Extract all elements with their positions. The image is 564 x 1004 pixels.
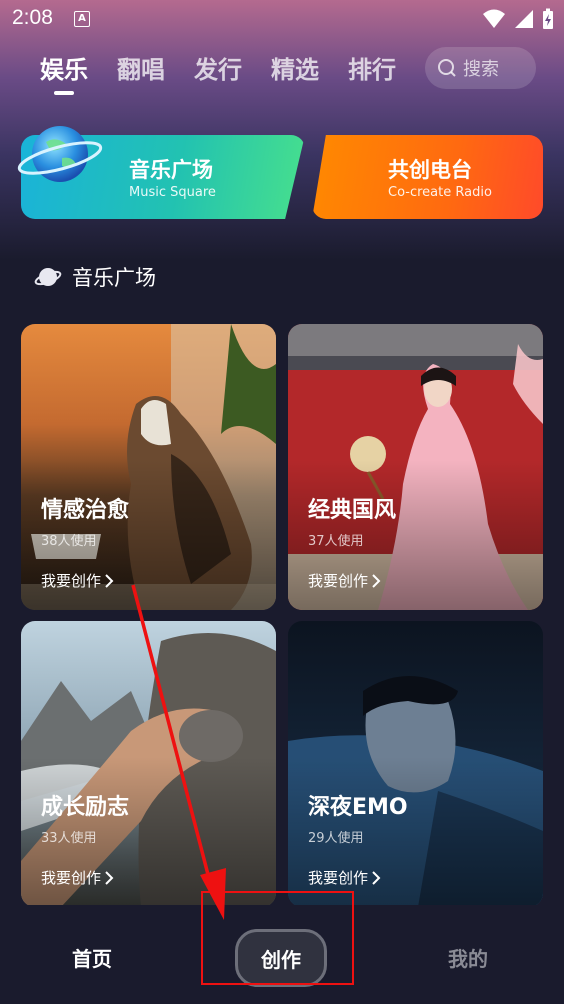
card-late-night-emo[interactable]: 深夜EMO 29人使用 我要创作 — [288, 621, 543, 907]
planet-icon — [17, 126, 103, 182]
tab-release[interactable]: 发行 — [194, 50, 242, 85]
card-title: 成长励志 — [41, 795, 130, 820]
search-box[interactable]: 搜索 — [425, 47, 536, 89]
chevron-right-icon — [105, 573, 114, 588]
co-create-radio-banner[interactable]: 共创电台 Co-create Radio — [312, 135, 543, 219]
chevron-right-icon — [105, 870, 114, 885]
search-icon — [438, 59, 456, 77]
status-bar: 2:08 A — [0, 0, 564, 38]
a-notification-icon: A — [74, 11, 90, 27]
nav-home[interactable]: 首页 — [72, 943, 112, 972]
card-usage: 33人使用 — [41, 831, 97, 846]
create-label: 我要创作 — [308, 572, 369, 590]
annotation-highlight-box — [201, 891, 354, 985]
create-label: 我要创作 — [41, 869, 102, 887]
card-usage: 37人使用 — [308, 534, 364, 549]
chevron-right-icon — [372, 870, 381, 885]
chevron-right-icon — [372, 573, 381, 588]
status-time: 2:08 — [12, 6, 53, 29]
card-classic-guofeng[interactable]: 经典国风 37人使用 我要创作 — [288, 324, 543, 610]
card-title: 情感治愈 — [41, 498, 130, 523]
radio-title: 共创电台 — [388, 158, 472, 182]
create-link[interactable]: 我要创作 — [41, 867, 114, 888]
card-title: 深夜EMO — [308, 795, 408, 820]
card-usage: 29人使用 — [308, 831, 364, 846]
planet-outline-icon — [34, 268, 62, 286]
card-emotional-healing[interactable]: 情感治愈 38人使用 我要创作 — [21, 324, 276, 610]
create-link[interactable]: 我要创作 — [308, 570, 381, 591]
radio-subtitle: Co-create Radio — [388, 185, 492, 200]
battery-icon — [543, 8, 553, 29]
tab-ranking[interactable]: 排行 — [348, 50, 396, 85]
tab-featured[interactable]: 精选 — [271, 50, 319, 85]
tab-cover[interactable]: 翻唱 — [117, 50, 165, 85]
card-usage: 38人使用 — [41, 534, 97, 549]
card-growth-inspiration[interactable]: 成长励志 33人使用 我要创作 — [21, 621, 276, 907]
create-link[interactable]: 我要创作 — [41, 570, 114, 591]
music-square-subtitle: Music Square — [129, 185, 216, 200]
wifi-icon — [483, 9, 505, 28]
create-label: 我要创作 — [41, 572, 102, 590]
tab-entertainment[interactable]: 娱乐 — [40, 50, 88, 95]
create-link[interactable]: 我要创作 — [308, 867, 381, 888]
section-header: 音乐广场 — [34, 262, 156, 292]
card-title: 经典国风 — [308, 498, 397, 523]
search-placeholder: 搜索 — [463, 59, 499, 80]
create-label: 我要创作 — [308, 869, 369, 887]
section-title: 音乐广场 — [72, 266, 156, 290]
category-tabs: 娱乐 翻唱 发行 精选 排行 — [40, 50, 425, 95]
music-square-title: 音乐广场 — [129, 158, 213, 182]
signal-icon — [515, 10, 533, 28]
nav-mine[interactable]: 我的 — [448, 943, 488, 972]
